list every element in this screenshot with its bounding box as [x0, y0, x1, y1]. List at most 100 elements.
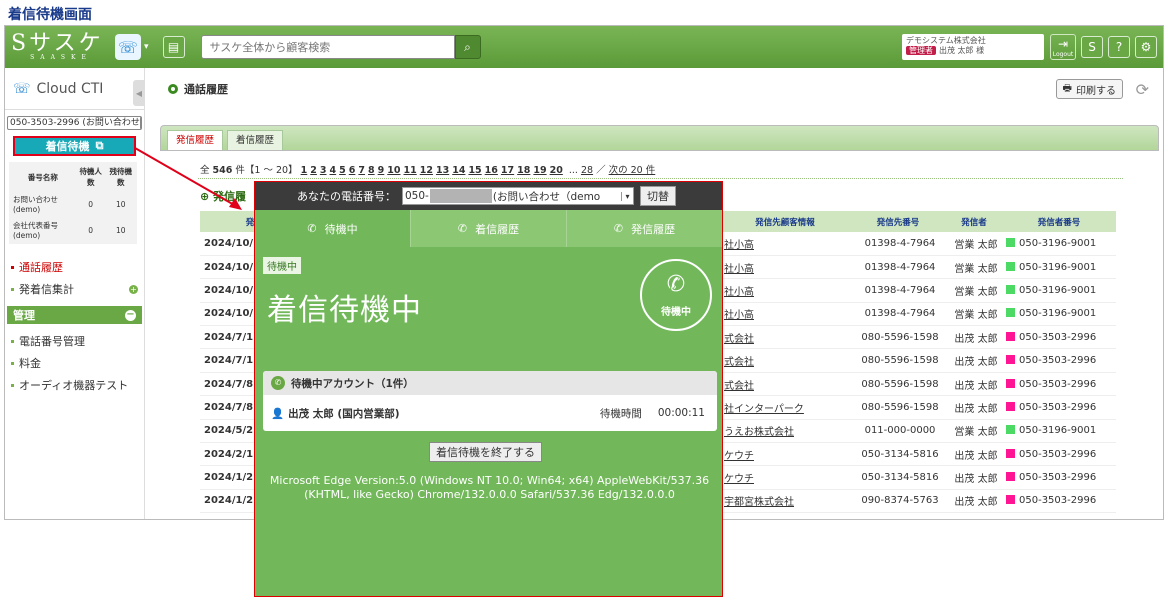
collapse-icon[interactable]: −: [125, 309, 136, 321]
search-button[interactable]: ⌕: [454, 35, 481, 59]
standby-button[interactable]: 着信待機 ⧉: [13, 136, 136, 156]
col-dest-number: 発信先番号: [850, 211, 946, 232]
page-link[interactable]: 16: [485, 165, 498, 176]
app-logo[interactable]: Sサスケ SAASKE: [11, 33, 111, 61]
cti-phone-icon[interactable]: ☏: [115, 34, 141, 60]
tab-label: 着信履歴: [475, 222, 520, 236]
pager-count: 546: [212, 165, 233, 176]
end-standby-button[interactable]: 着信待機を終了する: [429, 442, 542, 462]
chat-icon[interactable]: ▤: [162, 36, 185, 58]
page-link-last[interactable]: 28: [581, 165, 593, 176]
account-name: 出茂 太郎 (国内営業部): [288, 407, 400, 420]
sidebar-item-fees[interactable]: 料金: [5, 352, 144, 374]
mgmt-section-header[interactable]: 管理 −: [7, 306, 142, 324]
caller-name: 出茂 太郎: [946, 395, 1002, 420]
page-link[interactable]: 10: [387, 165, 400, 176]
logout-icon: ⇥: [1057, 36, 1069, 51]
tab-outgoing-history[interactable]: ✆ 発信履歴: [566, 210, 722, 247]
saaske-icon[interactable]: S: [1081, 36, 1103, 58]
logout-button[interactable]: ⇥ Logout: [1050, 34, 1076, 60]
tab-standby[interactable]: ✆ 待機中: [255, 210, 410, 247]
number-select-value: 050-3503-2996 (お問い合わせ: [10, 118, 140, 128]
dest-number: 011-000-0000: [850, 419, 946, 444]
dest-number: 080-5596-1598: [850, 395, 946, 420]
refresh-icon[interactable]: ⟳: [1136, 80, 1149, 99]
customer-link[interactable]: ケウチ: [720, 465, 850, 490]
page-link[interactable]: 6: [349, 165, 356, 176]
caller-number: 050-3503-2996: [1002, 325, 1116, 350]
page-link[interactable]: 1: [301, 165, 308, 176]
customer-link[interactable]: 式会社: [720, 325, 850, 350]
page-link[interactable]: 2: [310, 165, 317, 176]
remaining-count: 10: [116, 225, 126, 235]
page-link[interactable]: 4: [330, 165, 337, 176]
customer-link[interactable]: 式会社: [720, 348, 850, 373]
waiting-count: 0: [88, 199, 94, 209]
caller-number: 050-3503-2996: [1002, 395, 1116, 420]
print-button[interactable]: 🖶 印刷する: [1055, 79, 1123, 99]
sidebar-collapse-button[interactable]: ◀: [133, 80, 145, 106]
sidebar-item-call-stats[interactable]: 発着信集計 +: [5, 278, 144, 300]
standby-popup-window: あなたの電話番号： 050- (お問い合わせ（demo ▾ 切替 ✆ 待機中 ✆ 着信…: [254, 181, 723, 597]
page-link[interactable]: 20: [550, 165, 563, 176]
page-link[interactable]: 3: [320, 165, 327, 176]
line-color-icon: [1006, 495, 1015, 505]
caller-number: 050-3196-9001: [1002, 419, 1116, 444]
customer-link[interactable]: 社小高: [720, 302, 850, 327]
tab-outgoing[interactable]: 発信履歴: [167, 130, 224, 150]
page-link[interactable]: 9: [378, 165, 385, 176]
page-link[interactable]: 19: [533, 165, 546, 176]
number-select[interactable]: 050-3503-2996 (お問い合わせ ▾: [7, 116, 142, 130]
switch-button[interactable]: 切替: [640, 186, 676, 206]
accounts-header: ✆ 待機中アカウント（1件）: [263, 371, 717, 395]
help-button[interactable]: ?: [1108, 36, 1130, 58]
page-link[interactable]: 18: [517, 165, 530, 176]
customer-link[interactable]: 宇都宮株式会社: [720, 489, 850, 514]
print-label: 印刷する: [1076, 85, 1116, 97]
page-link[interactable]: 13: [436, 165, 449, 176]
caller-name: 営業 太郎: [946, 419, 1002, 444]
tab-incoming-history[interactable]: ✆ 着信履歴: [410, 210, 566, 247]
page-link[interactable]: 11: [404, 165, 417, 176]
expand-icon[interactable]: +: [129, 284, 138, 294]
customer-link[interactable]: 式会社: [720, 372, 850, 397]
caller-number: 050-3196-9001: [1002, 278, 1116, 303]
customer-link[interactable]: ケウチ: [720, 442, 850, 467]
dest-number: 01398-4-7964: [850, 278, 946, 303]
search-input[interactable]: [200, 35, 455, 59]
phone-suffix: (お問い合わせ（demo: [492, 190, 601, 203]
global-search: ⌕: [200, 35, 481, 59]
page-link[interactable]: 14: [452, 165, 465, 176]
caller-name: 営業 太郎: [946, 302, 1002, 327]
customer-link[interactable]: 社小高: [720, 278, 850, 303]
sidebar-item-call-history[interactable]: 通話履歴: [5, 256, 144, 278]
masked-number: [429, 189, 492, 203]
chevron-down-icon[interactable]: ▾: [144, 42, 149, 52]
tab-incoming[interactable]: 着信履歴: [227, 130, 284, 150]
customer-link[interactable]: うえお株式会社: [720, 419, 850, 444]
pagination: 全 546 件【1 ～ 20】 1 2 3 4 5 6 7 8 9 10 11 12 13 14 15 16 1…: [200, 162, 658, 176]
next-page-link[interactable]: 次の 20 件: [609, 165, 656, 176]
page-link[interactable]: 17: [501, 165, 514, 176]
account-row: 👤 出茂 太郎 (国内営業部) 待機時間 00:00:11: [263, 395, 717, 431]
dest-number: 050-3134-5816: [850, 442, 946, 467]
page-link[interactable]: 8: [368, 165, 375, 176]
line-color-icon: [1006, 472, 1015, 482]
customer-link[interactable]: 社インターパーク: [720, 395, 850, 420]
page-link[interactable]: 7: [358, 165, 365, 176]
tab-label: 発信履歴: [631, 222, 676, 236]
page-link[interactable]: 15: [468, 165, 481, 176]
phone-prefix: 050-: [405, 190, 429, 202]
customer-link[interactable]: 社小高: [720, 255, 850, 280]
user-info: デモシステム株式会社 管理者 出茂 太郎 様: [902, 34, 1044, 60]
page-link[interactable]: 5: [339, 165, 346, 176]
section-title: ⊕ 発信履: [200, 190, 247, 203]
phone-number-select[interactable]: 050- (お問い合わせ（demo ▾: [402, 187, 634, 205]
gear-icon[interactable]: ⚙: [1135, 36, 1157, 58]
sidebar-item-audio-test[interactable]: オーディオ機器テスト: [5, 374, 144, 396]
page-link[interactable]: 12: [420, 165, 433, 176]
col-customer: 発信先顧客情報: [720, 211, 850, 232]
mgmt-title: 管理: [13, 309, 35, 322]
sidebar-item-phone-mgmt[interactable]: 電話番号管理: [5, 330, 144, 352]
customer-link[interactable]: 社小高: [720, 232, 850, 256]
